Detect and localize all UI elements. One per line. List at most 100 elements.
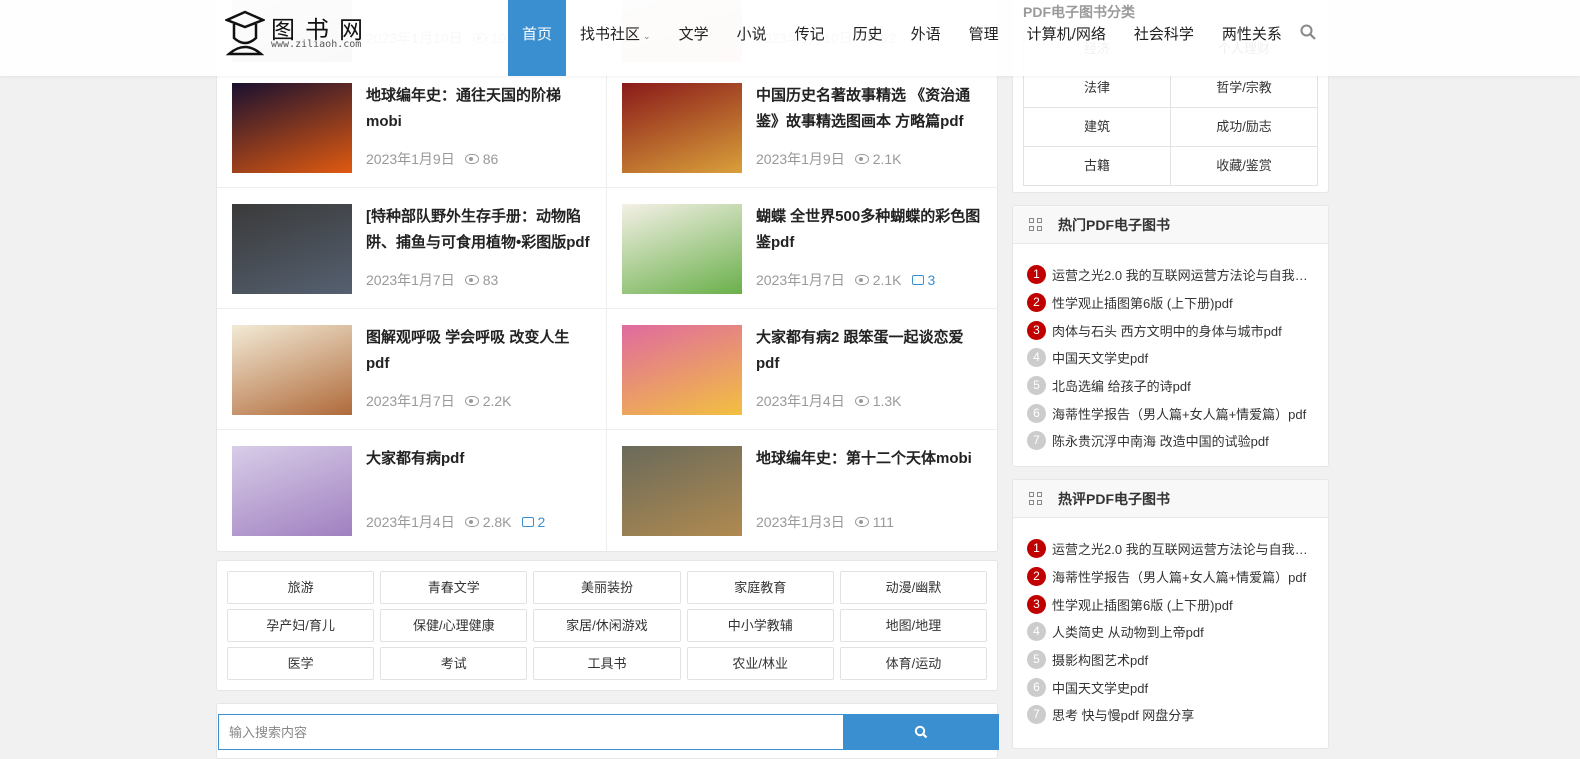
book-cover[interactable] (622, 83, 742, 173)
eye-icon (464, 396, 479, 406)
rank-badge: 2 (1027, 293, 1046, 313)
post-title[interactable]: 蝴蝶 全世界500多种蝴蝶的彩色图鉴pdf (756, 204, 983, 256)
eye-icon (464, 275, 479, 285)
nav-item[interactable]: 找书社区 ⌄ (566, 0, 665, 76)
category-link[interactable]: 收藏/鉴赏 (1171, 147, 1318, 186)
rank-badge: 7 (1027, 705, 1046, 725)
category-button[interactable]: 农业/林业 (686, 647, 834, 680)
post-card: [特种部队野外生存手册：动物陷阱、捕鱼与可食用植物•彩图版pdf 2023年1月7… (217, 188, 607, 309)
ranked-book-link[interactable]: 6 中国天文学史pdf (1027, 673, 1328, 701)
ranked-book-link[interactable]: 4 人类简史 从动物到上帝pdf (1027, 618, 1328, 646)
category-button[interactable]: 医学 (227, 647, 375, 680)
category-button[interactable]: 家庭教育 (686, 571, 834, 604)
category-button[interactable]: 孕产妇/育儿 (227, 609, 375, 642)
post-title[interactable]: 大家都有病pdf (366, 446, 592, 472)
book-cover[interactable] (622, 325, 742, 415)
comment-icon (521, 517, 534, 527)
view-count: 2.8K (482, 514, 512, 530)
nav-label: 历史 (852, 26, 883, 43)
nav-item[interactable]: 传记 (781, 0, 839, 76)
rank-badge: 1 (1027, 265, 1046, 285)
ranked-book-link[interactable]: 7 思考 快与慢pdf 网盘分享 (1027, 701, 1328, 729)
ranked-book-link[interactable]: 3 性学观止插图第6版 (上下册)pdf (1027, 590, 1328, 618)
post-title[interactable]: 大家都有病2 跟笨蛋一起谈恋爱pdf (756, 325, 983, 377)
nav-label: 文学 (678, 26, 709, 43)
nav-label: 管理 (968, 26, 999, 43)
widget-title: PDF电子图书分类 (1023, 4, 1135, 20)
category-button[interactable]: 家居/休闲游戏 (533, 609, 681, 642)
category-link[interactable]: 成功/励志 (1171, 108, 1318, 147)
search-button[interactable] (843, 714, 999, 750)
category-button[interactable]: 旅游 (227, 571, 375, 604)
logo-url: www.ziliaoh.com (271, 39, 362, 50)
nav-item[interactable]: 外语 (897, 0, 955, 76)
comment-link[interactable]: 3 (911, 272, 935, 288)
book-cover[interactable] (232, 446, 352, 536)
book-title: 海蒂性学报告（男人篇+女人篇+情爱篇）pdf (1052, 406, 1307, 422)
post-title[interactable]: 图解观呼吸 学会呼吸 改变人生pdf (366, 325, 592, 377)
ranked-book-link[interactable]: 5 北岛选编 给孩子的诗pdf (1027, 372, 1328, 400)
ranked-book-link[interactable]: 5 摄影构图艺术pdf (1027, 646, 1328, 674)
nav-item[interactable]: 首页 (508, 0, 567, 76)
nav-label: 传记 (794, 26, 825, 43)
eye-icon (854, 396, 869, 406)
nav-item[interactable]: 历史 (839, 0, 897, 76)
nav-label: 小说 (736, 26, 767, 43)
hot-books-widget: 热门PDF电子图书 1 运营之光2.0 我的互联网运营方法论与自我修炼pdf 2 性学… (1012, 205, 1329, 467)
post-title[interactable]: 地球编年史：通往天国的阶梯mobi (366, 83, 592, 135)
ranked-book-link[interactable]: 7 陈永贵沉浮中南海 改造中国的试验pdf (1027, 427, 1328, 455)
book-cover[interactable] (622, 204, 742, 294)
nav-item[interactable]: 文学 (665, 0, 723, 76)
category-button[interactable]: 中小学教辅 (686, 609, 834, 642)
post-title[interactable]: 中国历史名著故事精选 《资治通鉴》故事精选图画本 方略篇pdf (756, 83, 983, 135)
ranked-book-link[interactable]: 6 海蒂性学报告（男人篇+女人篇+情爱篇）pdf (1027, 399, 1328, 427)
search-input[interactable] (218, 714, 844, 750)
category-link[interactable]: 古籍 (1024, 147, 1171, 186)
site-logo[interactable]: 图书网 www.ziliaoh.com (225, 8, 385, 58)
post-date: 2023年1月9日 (756, 151, 845, 167)
ranked-book-link[interactable]: 2 性学观止插图第6版 (上下册)pdf (1027, 289, 1328, 317)
post-card: 中国历史名著故事精选 《资治通鉴》故事精选图画本 方略篇pdf 2023年1月9日… (607, 67, 997, 188)
category-button[interactable]: 体育/运动 (839, 647, 987, 680)
nav-item[interactable]: 管理 (955, 0, 1013, 76)
post-list: 2023年1月10日102023年1月10日92地球编年史：通往天国的阶梯mob… (216, 0, 998, 552)
ranked-book-link[interactable]: 3 肉体与石头 西方文明中的身体与城市pdf (1027, 316, 1328, 344)
ranked-book-link[interactable]: 1 运营之光2.0 我的互联网运营方法论与自我修炼pdf (1027, 535, 1328, 563)
view-count: 111 (872, 514, 894, 530)
search-icon (914, 725, 928, 739)
post-grid: 2023年1月10日102023年1月10日92地球编年史：通往天国的阶梯mob… (216, 0, 998, 552)
post-meta: 2023年1月4日 2.8K 2 (366, 512, 545, 532)
view-count: 86 (482, 151, 499, 167)
category-button[interactable]: 考试 (380, 647, 528, 680)
grid-icon (1029, 218, 1042, 231)
book-cover[interactable] (232, 83, 352, 173)
eye-icon (854, 517, 869, 527)
category-button[interactable]: 保健/心理健康 (380, 609, 528, 642)
category-button[interactable]: 青春文学 (380, 571, 528, 604)
widget-title: 热评PDF电子图书 (1058, 490, 1170, 507)
eye-icon (464, 517, 479, 527)
book-title: 北岛选编 给孩子的诗pdf (1052, 379, 1191, 395)
book-cover[interactable] (232, 204, 352, 294)
category-button[interactable]: 动漫/幽默 (839, 571, 987, 604)
category-link[interactable]: 建筑 (1024, 108, 1171, 147)
category-button[interactable]: 地图/地理 (839, 609, 987, 642)
rank-badge: 5 (1027, 376, 1046, 396)
post-title[interactable]: [特种部队野外生存手册：动物陷阱、捕鱼与可食用植物•彩图版pdf (366, 204, 592, 256)
rank-badge: 6 (1027, 677, 1046, 697)
view-count: 2.1K (872, 272, 902, 288)
eye-icon (464, 154, 479, 164)
widget-title: 热门PDF电子图书 (1058, 216, 1170, 233)
ranked-book-link[interactable]: 1 运营之光2.0 我的互联网运营方法论与自我修炼pdf (1027, 261, 1328, 289)
category-button[interactable]: 美丽装扮 (533, 571, 681, 604)
ranked-book-link[interactable]: 4 中国天文学史pdf (1027, 344, 1328, 372)
nav-item[interactable]: 小说 (723, 0, 781, 76)
ranked-book-link[interactable]: 2 海蒂性学报告（男人篇+女人篇+情爱篇）pdf (1027, 563, 1328, 591)
category-button[interactable]: 工具书 (533, 647, 681, 680)
rank-badge: 7 (1027, 431, 1046, 451)
post-date: 2023年1月7日 (756, 272, 845, 288)
comment-link[interactable]: 2 (521, 514, 545, 530)
post-title[interactable]: 地球编年史：第十二个天体mobi (756, 446, 983, 472)
book-cover[interactable] (232, 325, 352, 415)
book-cover[interactable] (622, 446, 742, 536)
